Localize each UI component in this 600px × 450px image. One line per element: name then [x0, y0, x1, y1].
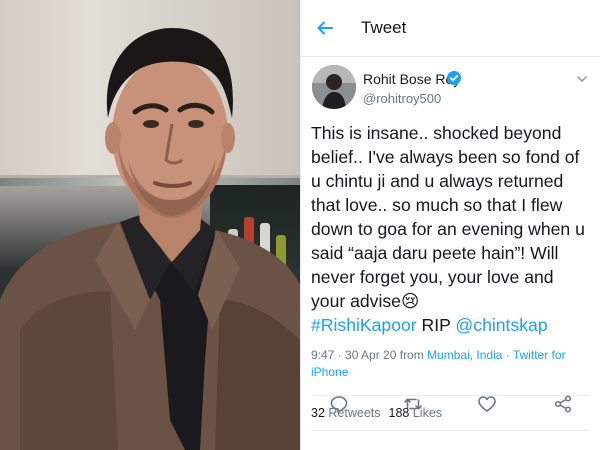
- avatar[interactable]: [312, 65, 356, 109]
- arrow-left-icon[interactable]: [317, 20, 333, 36]
- hashtag-link[interactable]: #RishiKapoor: [311, 315, 417, 335]
- chevron-down-icon[interactable]: [576, 73, 588, 85]
- tweet-panel: Tweet Rohit Bose Roy @rohitroy500 This i…: [300, 0, 600, 450]
- tweet-timestamp: 9:47 · 30 Apr 20 from: [311, 348, 428, 362]
- author-display-name[interactable]: Rohit Bose Roy: [363, 71, 460, 87]
- author-handle[interactable]: @rohitroy500: [363, 91, 441, 106]
- person-illustration: [0, 28, 300, 450]
- tweet-body: This is insane.. shocked beyond belief..…: [311, 121, 590, 337]
- meta-separator: ·: [502, 348, 513, 362]
- tweet-actions: [301, 394, 600, 418]
- mention-link[interactable]: @chintskap: [455, 315, 547, 335]
- retweet-icon[interactable]: [403, 394, 423, 414]
- crying-face-emoji: 😢: [400, 291, 420, 311]
- tweet-text: This is insane.. shocked beyond belief..…: [311, 123, 585, 311]
- tweet-author: Rohit Bose Roy @rohitroy500: [301, 63, 600, 121]
- tweet-header: Tweet: [301, 0, 600, 57]
- location-link[interactable]: Mumbai, India: [427, 348, 502, 362]
- reply-icon[interactable]: [329, 394, 349, 414]
- page-title: Tweet: [361, 18, 407, 37]
- like-heart-icon[interactable]: [477, 394, 497, 414]
- verified-badge-icon: [447, 71, 461, 85]
- share-icon[interactable]: [553, 394, 573, 414]
- tweet-text-rip: RIP: [416, 315, 456, 335]
- tweet-meta: 9:47 · 30 Apr 20 from Mumbai, India · Tw…: [311, 347, 590, 381]
- profile-photo: [0, 0, 300, 450]
